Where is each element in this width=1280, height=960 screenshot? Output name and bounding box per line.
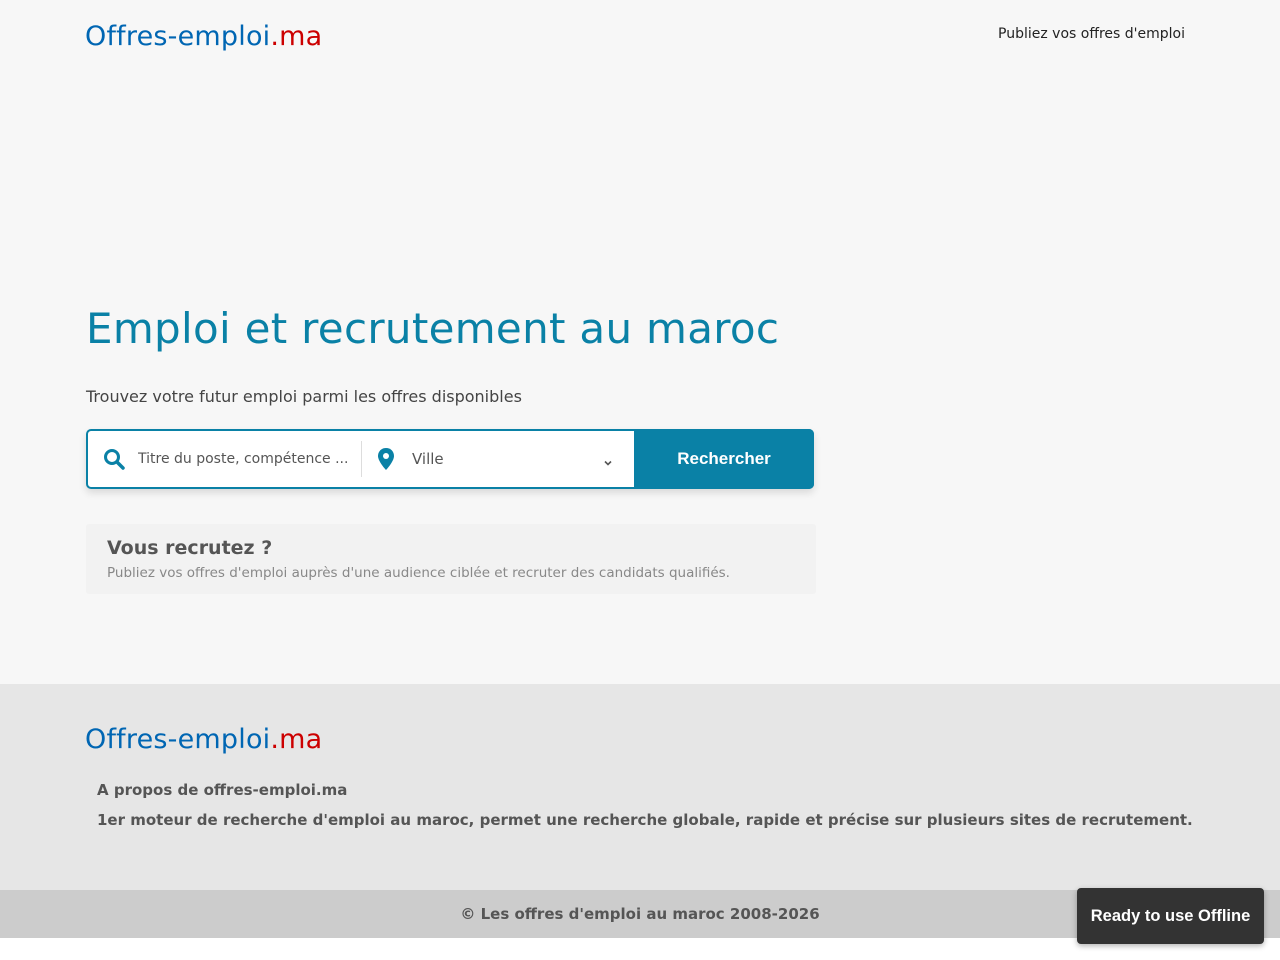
search-button[interactable]: Rechercher [634,429,814,489]
recruit-text: Publiez vos offres d'emploi auprès d'une… [107,565,730,581]
footer-logo[interactable]: Offres-emploi.ma [85,724,322,755]
page-title: Emploi et recrutement au maroc [86,304,780,353]
chevron-down-icon [603,453,613,466]
logo-tld-text: .ma [270,21,323,52]
keyword-field [88,431,361,487]
logo-main-text: Offres-emploi [85,21,271,52]
footer-logo-tld-text: .ma [270,724,323,755]
city-select-value: Ville [412,450,444,468]
keyword-input[interactable] [138,451,348,467]
recruit-title: Vous recrutez ? [107,537,273,559]
page-subtitle: Trouvez votre futur emploi parmi les off… [86,387,522,406]
search-bar: Ville Rechercher [86,429,814,489]
city-select[interactable]: Ville [361,441,635,477]
copyright-text: © Les offres d'emploi au maroc 2008-2026 [460,905,820,923]
publish-offers-link[interactable]: Publiez vos offres d'emploi [998,26,1185,42]
footer: Offres-emploi.ma A propos de offres-empl… [0,684,1280,890]
footer-about-text: 1er moteur de recherche d'emploi au maro… [97,811,1193,829]
toast-label: Ready to use Offline [1090,906,1251,925]
recruit-box[interactable]: Vous recrutez ? Publiez vos offres d'emp… [86,524,816,594]
search-icon [102,447,126,471]
main-area: Offres-emploi.ma Publiez vos offres d'em… [0,0,1280,684]
header-logo[interactable]: Offres-emploi.ma [85,21,322,52]
footer-logo-main-text: Offres-emploi [85,724,271,755]
map-pin-icon [376,447,396,471]
offline-ready-toast[interactable]: Ready to use Offline [1077,888,1264,944]
footer-about-title: A propos de offres-emploi.ma [97,781,348,799]
